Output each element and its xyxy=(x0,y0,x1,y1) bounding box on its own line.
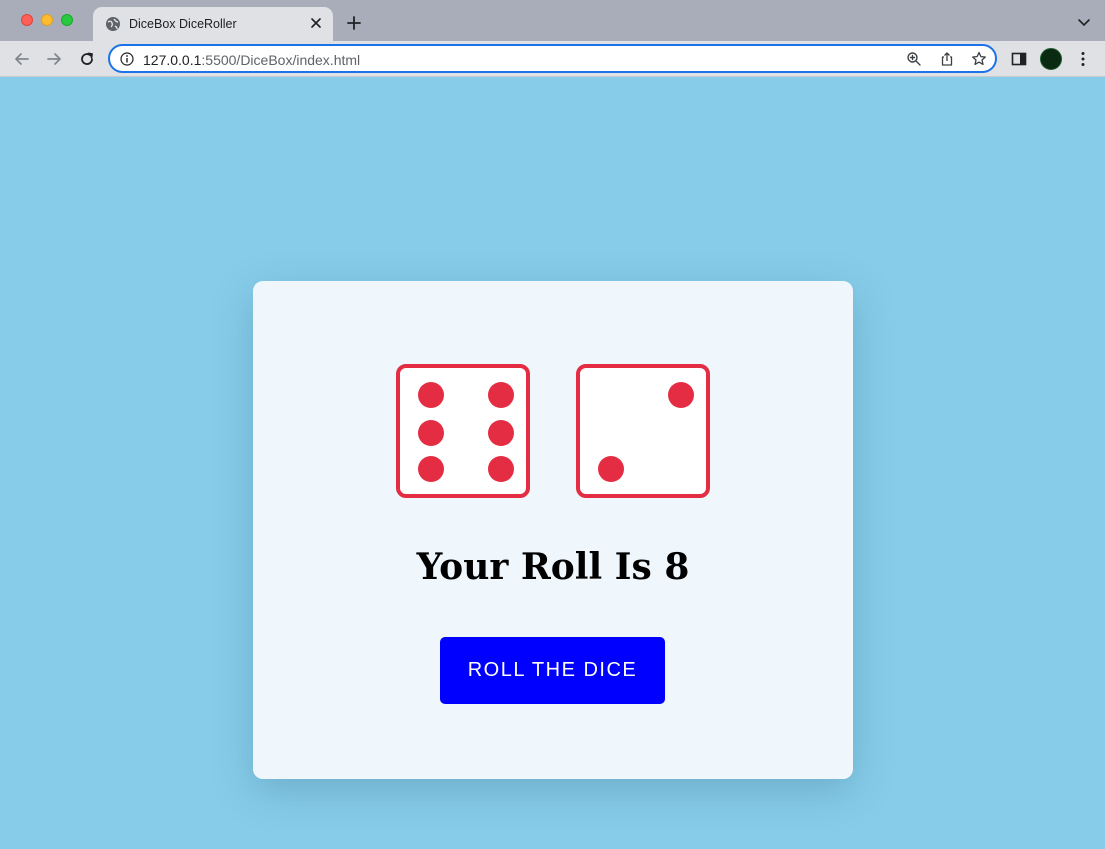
forward-arrow-icon[interactable] xyxy=(44,49,64,69)
die-pip xyxy=(488,456,514,482)
die-pip xyxy=(598,456,624,482)
chevron-down-icon[interactable] xyxy=(1077,15,1091,29)
die-pip xyxy=(418,456,444,482)
die-pip xyxy=(418,382,444,408)
url-text[interactable]: 127.0.0.1:5500/DiceBox/index.html xyxy=(143,52,360,68)
url-path: :5500/DiceBox/index.html xyxy=(201,52,361,68)
die-left xyxy=(396,364,530,498)
profile-avatar[interactable] xyxy=(1040,48,1062,70)
url-host: 127.0.0.1 xyxy=(143,52,202,68)
browser-toolbar: 127.0.0.1:5500/DiceBox/index.html xyxy=(0,41,1105,77)
tab-title: DiceBox DiceRoller xyxy=(129,17,237,31)
browser-titlebar: DiceBox DiceRoller xyxy=(0,0,1105,41)
die-pip xyxy=(668,382,694,408)
bookmark-star-icon[interactable] xyxy=(971,51,987,67)
globe-icon xyxy=(106,17,120,31)
close-window-button[interactable] xyxy=(21,14,33,26)
die-pip xyxy=(418,420,444,446)
zoom-icon[interactable] xyxy=(906,51,922,67)
die-pip xyxy=(488,382,514,408)
more-menu-icon[interactable] xyxy=(1074,50,1092,68)
roll-result-heading: Your Roll Is 8 xyxy=(416,546,690,588)
reload-icon[interactable] xyxy=(77,49,97,69)
die-right xyxy=(576,364,710,498)
die-pip xyxy=(488,420,514,446)
share-icon[interactable] xyxy=(939,51,955,67)
address-bar[interactable]: 127.0.0.1:5500/DiceBox/index.html xyxy=(108,44,997,73)
browser-tab[interactable]: DiceBox DiceRoller xyxy=(93,7,333,41)
close-tab-icon[interactable] xyxy=(307,14,325,32)
info-icon[interactable] xyxy=(120,52,134,66)
minimize-window-button[interactable] xyxy=(41,14,53,26)
dice-card: Your Roll Is 8 ROLL THE DICE xyxy=(253,281,853,779)
maximize-window-button[interactable] xyxy=(61,14,73,26)
side-panel-icon[interactable] xyxy=(1010,50,1028,68)
back-arrow-icon[interactable] xyxy=(12,49,32,69)
new-tab-icon[interactable] xyxy=(344,13,364,33)
roll-dice-button[interactable]: ROLL THE DICE xyxy=(440,637,665,704)
